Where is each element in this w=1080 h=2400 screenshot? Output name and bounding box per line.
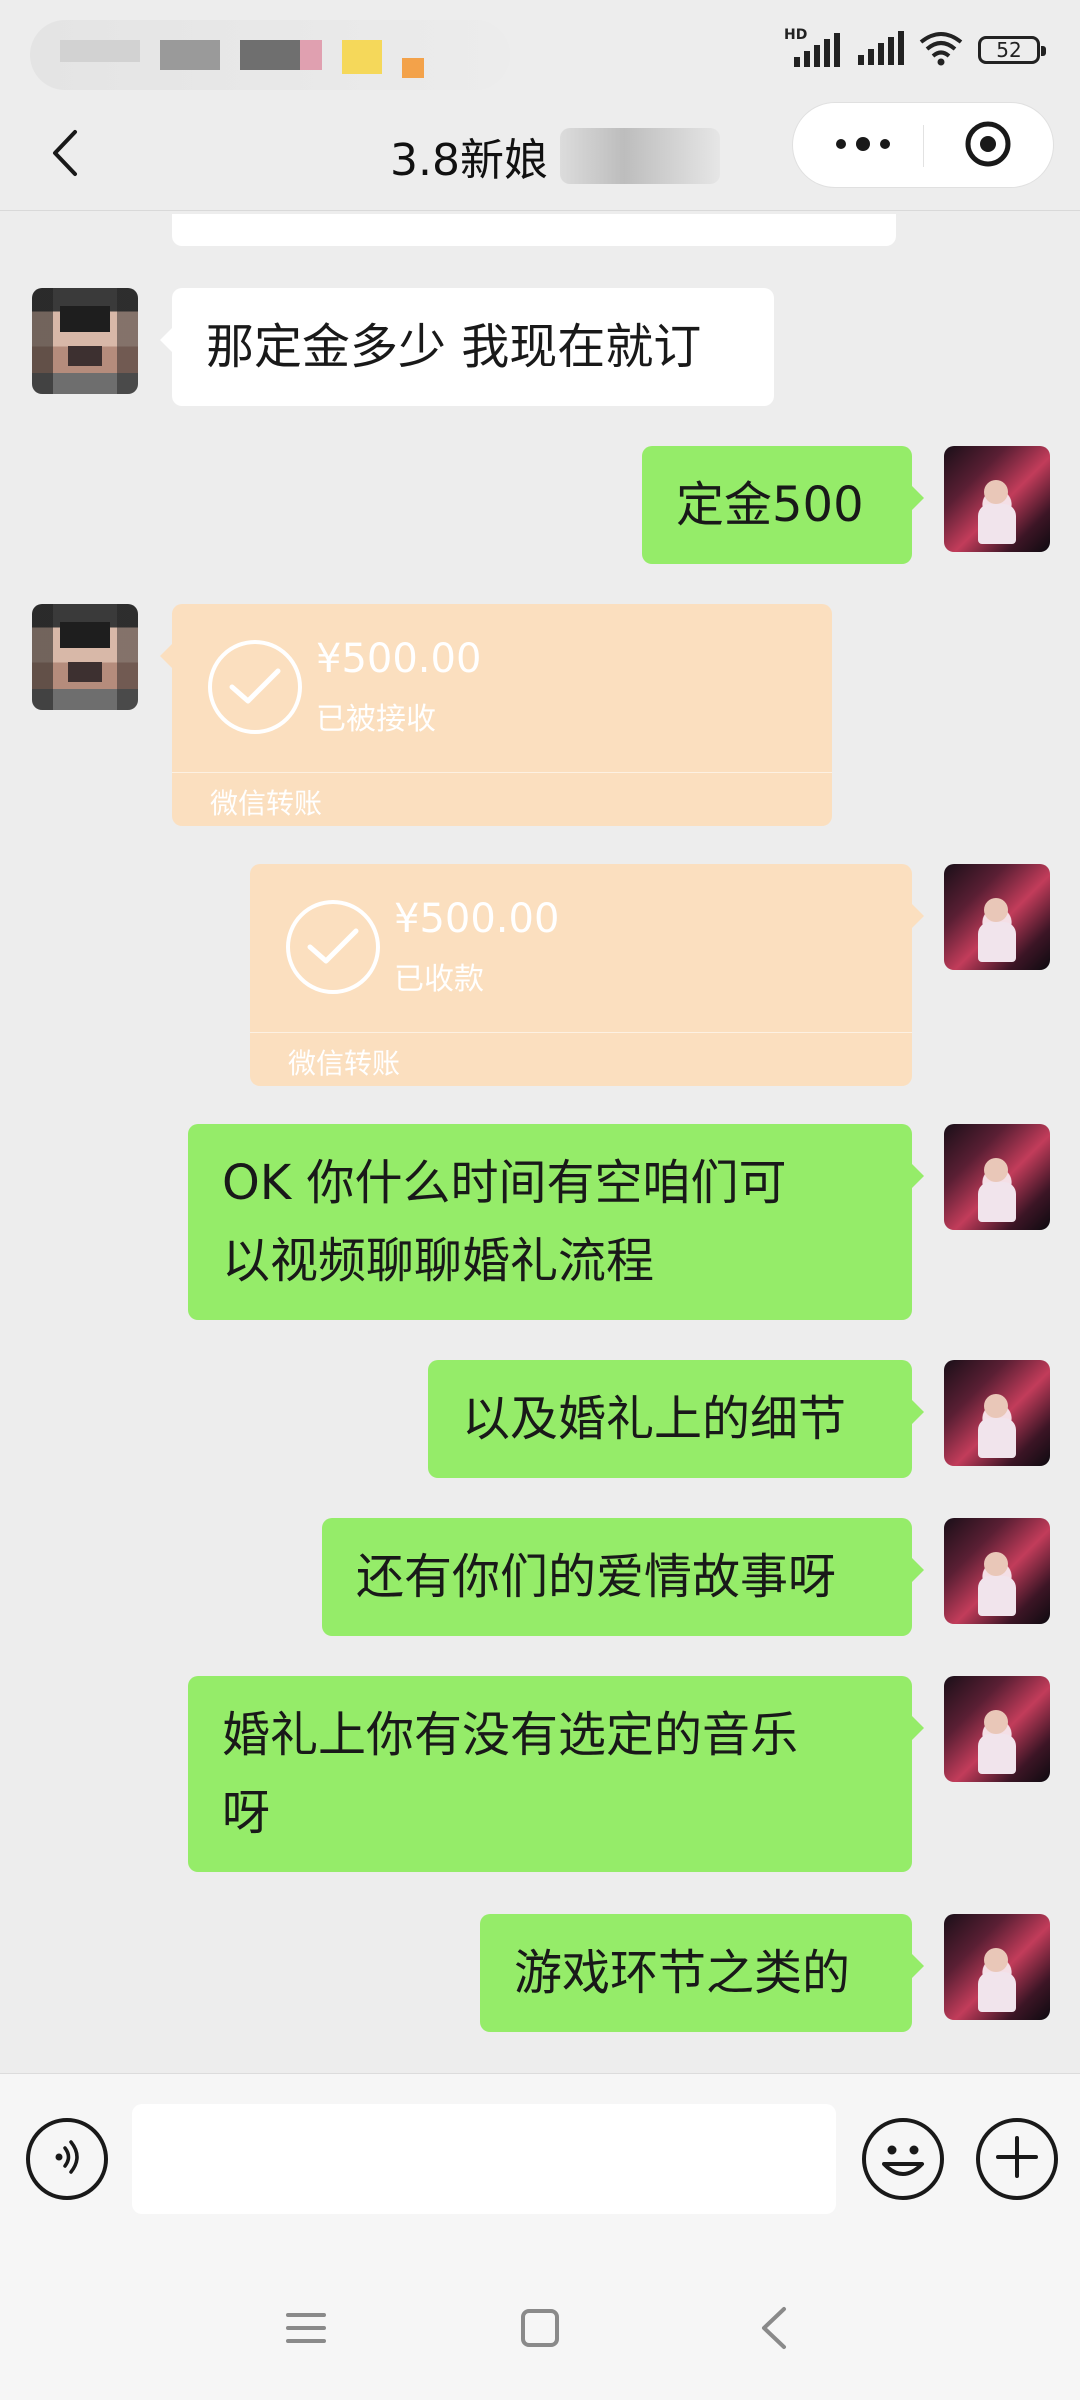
message-text: 以及婚礼上的细节 bbox=[462, 1391, 847, 1447]
transfer-divider bbox=[172, 772, 832, 773]
message-bubble[interactable]: 那定金多少 我现在就订 bbox=[160, 288, 774, 406]
contact-avatar[interactable] bbox=[32, 288, 138, 394]
transfer-divider bbox=[250, 1032, 912, 1033]
chevron-left-icon bbox=[45, 128, 85, 182]
pixelated-block bbox=[160, 40, 220, 70]
capsule-divider bbox=[923, 125, 924, 167]
pixelated-block bbox=[402, 58, 424, 78]
pixelated-block bbox=[60, 40, 140, 62]
system-indicators: HD 52 bbox=[784, 27, 1046, 70]
emoji-icon bbox=[866, 2145, 940, 2200]
transfer-card[interactable]: ¥500.00 已收款 微信转账 bbox=[250, 864, 924, 1086]
message-text-line: 婚礼上你有没有选定的音乐 bbox=[222, 1707, 799, 1763]
message-text-line: OK 你什么时间有空咱们可 bbox=[222, 1155, 787, 1211]
message-text-line: 呀 bbox=[222, 1785, 271, 1841]
message-text: 定金500 bbox=[676, 477, 864, 533]
message-bubble[interactable]: 定金500 bbox=[642, 446, 924, 564]
emoji-button[interactable] bbox=[862, 2118, 944, 2200]
self-avatar[interactable] bbox=[944, 1124, 1050, 1230]
contact-avatar[interactable] bbox=[32, 604, 138, 710]
network-label: HD bbox=[784, 27, 808, 43]
menu-icon bbox=[284, 2310, 328, 2350]
plus-button[interactable] bbox=[976, 2118, 1058, 2200]
signal-icon: HD bbox=[784, 27, 840, 67]
transfer-status: 已被接收 bbox=[316, 702, 436, 737]
target-close-icon bbox=[963, 119, 1013, 173]
message-input[interactable] bbox=[132, 2104, 836, 2214]
mini-program-capsule bbox=[792, 102, 1054, 188]
message-text: 游戏环节之类的 bbox=[514, 1945, 851, 2001]
pixelated-block bbox=[342, 40, 382, 74]
transfer-amount: ¥500.00 bbox=[316, 636, 482, 682]
signal-icon bbox=[854, 31, 904, 69]
home-icon bbox=[518, 2306, 562, 2354]
close-button[interactable] bbox=[953, 111, 1023, 181]
navigation-bar bbox=[0, 2250, 1080, 2400]
wifi-icon bbox=[918, 30, 964, 70]
pixelated-block bbox=[300, 40, 322, 70]
menu-button[interactable] bbox=[266, 2290, 346, 2370]
self-avatar[interactable] bbox=[944, 864, 1050, 970]
pixelated-block bbox=[240, 40, 300, 70]
title-bar: 3.8新娘 bbox=[0, 100, 1080, 211]
self-avatar[interactable] bbox=[944, 1914, 1050, 2020]
check-circle-icon bbox=[286, 900, 380, 994]
message-text-line: 以视频聊聊婚礼流程 bbox=[222, 1233, 655, 1289]
battery-icon: 52 bbox=[978, 36, 1046, 64]
input-bar bbox=[0, 2073, 1080, 2251]
status-bar: HD 52 bbox=[0, 0, 1080, 100]
transfer-status: 已收款 bbox=[394, 962, 484, 997]
message-bubble[interactable]: 还有你们的爱情故事呀 bbox=[322, 1518, 924, 1636]
blurred-title-part bbox=[560, 128, 720, 184]
transfer-card[interactable]: ¥500.00 已被接收 微信转账 bbox=[160, 604, 832, 826]
voice-button[interactable] bbox=[26, 2118, 108, 2200]
transfer-label: 微信转账 bbox=[210, 787, 323, 820]
voice-icon bbox=[47, 2137, 87, 2181]
home-button[interactable] bbox=[500, 2290, 580, 2370]
plus-icon bbox=[992, 2132, 1042, 2186]
message-bubble[interactable]: OK 你什么时间有空咱们可 以视频聊聊婚礼流程 bbox=[188, 1124, 924, 1320]
more-button[interactable] bbox=[823, 111, 903, 181]
self-avatar[interactable] bbox=[944, 1676, 1050, 1782]
transfer-label: 微信转账 bbox=[288, 1047, 401, 1080]
self-avatar[interactable] bbox=[944, 1360, 1050, 1466]
message-text: 那定金多少 我现在就订 bbox=[206, 319, 702, 375]
message-bubble[interactable]: 游戏环节之类的 bbox=[480, 1914, 924, 2032]
more-dots-icon bbox=[833, 136, 893, 156]
transfer-amount: ¥500.00 bbox=[394, 896, 560, 942]
page-title: 3.8新娘 bbox=[390, 135, 548, 186]
back-button[interactable] bbox=[30, 120, 100, 190]
battery-level: 52 bbox=[996, 38, 1022, 62]
message-bubble[interactable]: 婚礼上你有没有选定的音乐 呀 bbox=[188, 1676, 924, 1872]
self-avatar[interactable] bbox=[944, 446, 1050, 552]
back-icon bbox=[756, 2304, 792, 2356]
previous-message-bubble bbox=[172, 214, 896, 246]
message-text: 还有你们的爱情故事呀 bbox=[356, 1549, 837, 1605]
message-bubble[interactable]: 以及婚礼上的细节 bbox=[428, 1360, 924, 1478]
self-avatar[interactable] bbox=[944, 1518, 1050, 1624]
system-back-button[interactable] bbox=[734, 2290, 814, 2370]
check-circle-icon bbox=[208, 640, 302, 734]
